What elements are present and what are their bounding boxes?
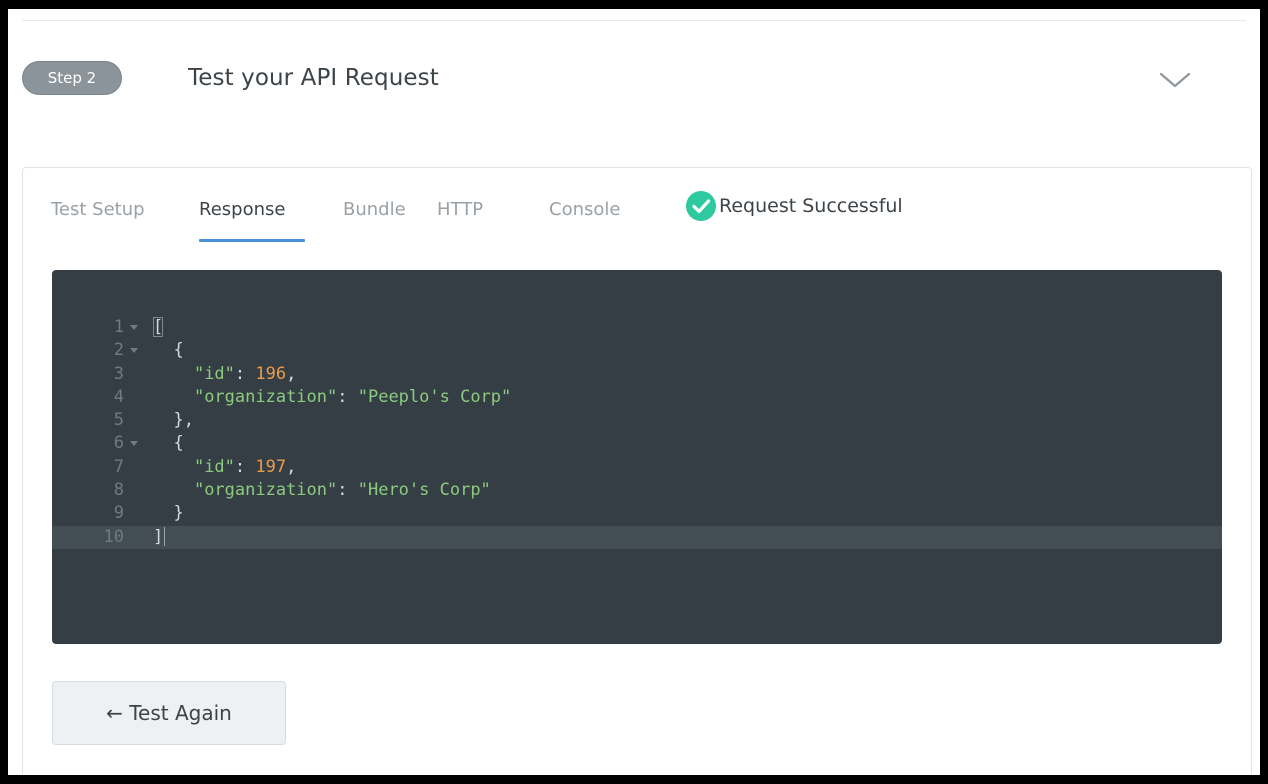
code-line: 7 "id": 197, [52, 456, 1222, 479]
test-result-card: Test Setup Response Bundle HTTP Console … [22, 167, 1252, 775]
code-token: : [234, 456, 256, 477]
check-circle-icon [686, 191, 716, 221]
code-token: { [153, 433, 184, 454]
active-tab-indicator [199, 239, 305, 242]
top-divider [22, 20, 1246, 21]
tab-test-setup[interactable]: Test Setup [51, 198, 145, 222]
fold-arrow-icon[interactable] [130, 441, 138, 447]
code-token: , [286, 456, 297, 477]
step-title: Test your API Request [188, 65, 439, 91]
step-badge: Step 2 [22, 61, 122, 95]
code-line: 8 "organization": "Hero's Corp" [52, 479, 1222, 502]
tab-bar: Test Setup Response Bundle HTTP Console … [23, 168, 1251, 248]
code-token: : [337, 480, 358, 501]
code-line: 6 { [52, 432, 1222, 455]
code-token: , [286, 363, 297, 384]
line-number: 7 [113, 456, 124, 477]
code-token: 196 [255, 363, 287, 384]
code-token: : [234, 363, 256, 384]
line-text: ] [153, 526, 166, 549]
api-test-step-panel: Step 2 Test your API Request Test Setup … [8, 9, 1260, 775]
line-number: 6 [113, 433, 124, 454]
response-code-editor[interactable]: 1[2 {3 "id": 196, 4 "organization": "Peep… [52, 270, 1222, 644]
line-number: 8 [113, 480, 124, 501]
code-line: 5 }, [52, 409, 1222, 432]
request-status: Request Successful [685, 190, 903, 222]
code-token: { [153, 340, 184, 361]
line-text: "organization": "Peeplo's Corp" [153, 386, 511, 409]
code-line: 4 "organization": "Peeplo's Corp" [52, 386, 1222, 409]
code-token: } [153, 503, 184, 524]
tab-bundle[interactable]: Bundle [343, 198, 406, 222]
line-text: { [153, 339, 184, 362]
code-token: "Hero's Corp" [357, 480, 491, 501]
line-text: }, [153, 409, 194, 432]
code-line: 1[ [52, 316, 1222, 339]
line-number: 2 [113, 340, 124, 361]
line-number: 5 [113, 410, 124, 431]
line-text: "id": 196, [153, 363, 296, 386]
code-token: ] [153, 526, 164, 547]
line-text: "organization": "Hero's Corp" [153, 479, 491, 502]
tab-console[interactable]: Console [549, 198, 620, 222]
code-line: 10] [52, 525, 1222, 549]
fold-arrow-icon[interactable] [130, 348, 138, 354]
code-token: "organization" [193, 480, 338, 501]
line-number: 4 [113, 386, 124, 407]
line-number: 10 [103, 526, 124, 547]
test-again-button[interactable]: ← Test Again [52, 681, 286, 745]
code-token: }, [153, 410, 194, 431]
code-token: "id" [193, 363, 235, 384]
code-token: "organization" [193, 386, 338, 407]
line-text: } [153, 502, 184, 525]
line-text: [ [153, 316, 164, 339]
code-token: "Peeplo's Corp" [357, 386, 512, 407]
status-text: Request Successful [719, 195, 903, 217]
line-number: 9 [113, 503, 124, 524]
line-text: { [153, 432, 184, 455]
code-line: 9 } [52, 502, 1222, 525]
code-line: 3 "id": 196, [52, 363, 1222, 386]
line-number: 1 [113, 317, 124, 337]
code-token: [ [153, 317, 164, 337]
tab-http[interactable]: HTTP [437, 198, 483, 222]
chevron-down-icon[interactable] [1158, 69, 1192, 91]
code-line: 2 { [52, 339, 1222, 362]
line-text: "id": 197, [153, 456, 296, 479]
tab-response[interactable]: Response [199, 198, 285, 222]
code-lines: 1[2 {3 "id": 196, 4 "organization": "Peep… [52, 316, 1222, 549]
code-token: 197 [255, 456, 287, 477]
fold-arrow-icon[interactable] [130, 325, 138, 330]
code-token: : [337, 386, 358, 407]
text-cursor [164, 527, 166, 547]
code-token: "id" [193, 456, 235, 477]
line-number: 3 [113, 363, 124, 384]
